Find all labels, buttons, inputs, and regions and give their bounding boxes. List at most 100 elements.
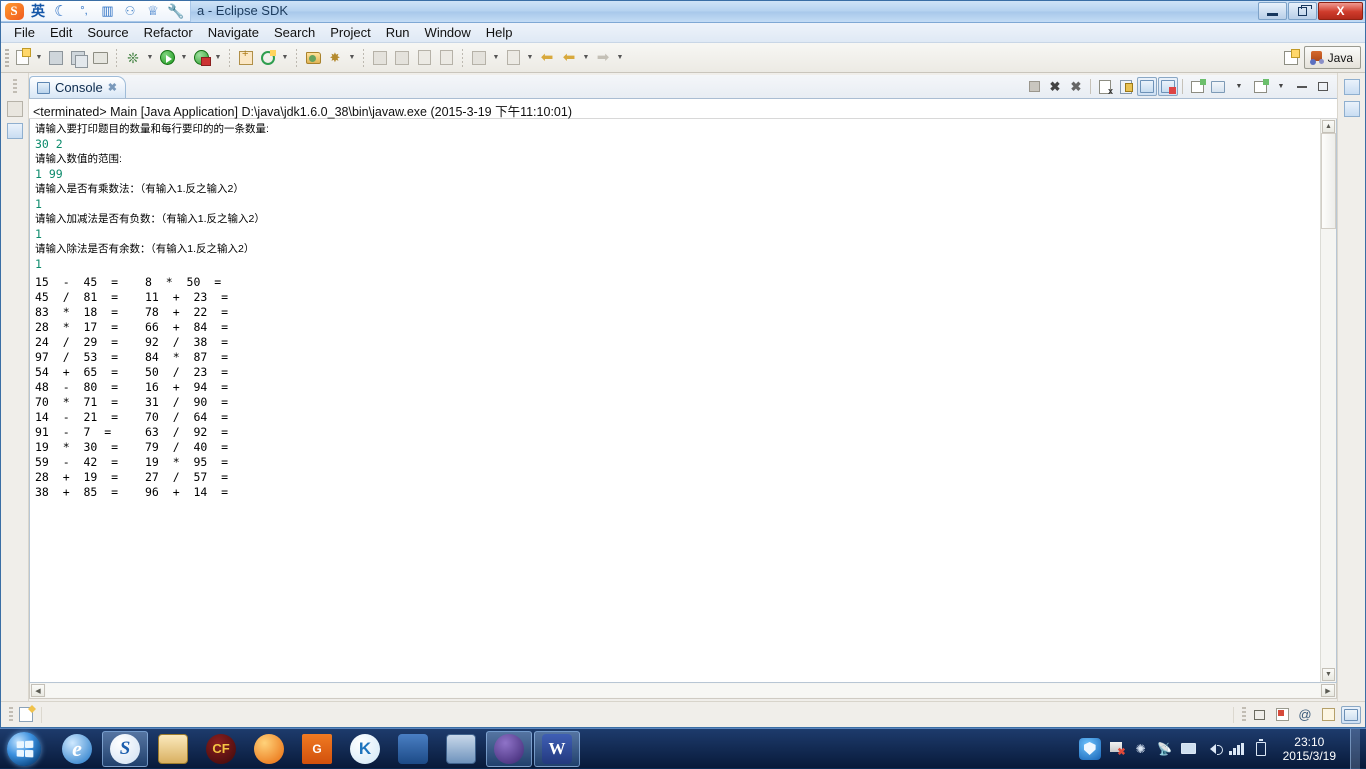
- console-output[interactable]: 请输入要打印题目的数量和每行要印的的一条数量:30 2请输入数值的范围:1 99…: [30, 119, 1320, 682]
- statusbar-progress-icon[interactable]: [19, 707, 33, 722]
- open-type-button[interactable]: [302, 47, 324, 69]
- taskbar-internet-explorer[interactable]: e: [54, 731, 100, 767]
- javadoc-trim-button[interactable]: @: [1295, 706, 1315, 724]
- vertical-scroll-track[interactable]: [1321, 133, 1336, 668]
- scroll-right-button[interactable]: ▶: [1321, 684, 1335, 697]
- ime-punctuation-icon[interactable]: °,: [74, 2, 94, 21]
- sogou-ime-toolbar[interactable]: S 英 ☾ °, ▥ ⚇ ♕ 🔧: [1, 1, 191, 22]
- ime-user-icon[interactable]: ⚇: [120, 2, 140, 21]
- toggle-block-selection-button[interactable]: [413, 47, 435, 69]
- menu-refactor[interactable]: Refactor: [137, 24, 200, 41]
- open-console-button[interactable]: [1208, 77, 1228, 96]
- tab-console[interactable]: Console ✖: [29, 76, 126, 98]
- show-whitespace-button[interactable]: [435, 47, 457, 69]
- taskbar-clock[interactable]: 23:10 2015/3/19: [1277, 735, 1342, 763]
- menu-run[interactable]: Run: [379, 24, 417, 41]
- start-button[interactable]: [0, 730, 48, 768]
- taskbar-file-manager[interactable]: [150, 731, 196, 767]
- back-button[interactable]: ⬅: [536, 47, 558, 69]
- scroll-lock-button[interactable]: [1116, 77, 1136, 96]
- previous-annotation-button[interactable]: [391, 47, 413, 69]
- tray-battery-icon[interactable]: [1253, 741, 1269, 757]
- taskbar-firefox[interactable]: [246, 731, 292, 767]
- menu-file[interactable]: File: [7, 24, 42, 41]
- external-tools-dropdown[interactable]: ▼: [212, 47, 224, 69]
- new-java-package-button[interactable]: [235, 47, 257, 69]
- open-task-button[interactable]: [502, 47, 524, 69]
- new-wizard-button[interactable]: [11, 47, 33, 69]
- scroll-up-button[interactable]: ▲: [1322, 120, 1335, 133]
- run-button[interactable]: [156, 47, 178, 69]
- horizontal-scroll-track[interactable]: [46, 684, 1320, 697]
- restore-trim-button[interactable]: [1249, 706, 1269, 724]
- view-menu-button[interactable]: [1250, 77, 1270, 96]
- toolbar-grip[interactable]: [5, 49, 9, 67]
- tray-security-shield-icon[interactable]: [1079, 738, 1101, 760]
- search-dropdown[interactable]: ▼: [346, 47, 358, 69]
- menu-source[interactable]: Source: [80, 24, 135, 41]
- tray-network-icon[interactable]: 📡: [1157, 741, 1173, 757]
- declaration-trim-button[interactable]: [1318, 706, 1338, 724]
- debug-button[interactable]: ❊: [122, 47, 144, 69]
- new-wizard-dropdown[interactable]: ▼: [33, 47, 45, 69]
- taskbar-wallpaper-tool[interactable]: [438, 731, 484, 767]
- menu-window[interactable]: Window: [418, 24, 478, 41]
- back-history-button[interactable]: ⬅: [558, 47, 580, 69]
- forward-button[interactable]: ➡: [592, 47, 614, 69]
- display-selected-console-button[interactable]: [1137, 77, 1157, 96]
- statusbar-grip[interactable]: [9, 707, 13, 723]
- pin-console-button[interactable]: [1158, 77, 1178, 96]
- taskbar-wps[interactable]: W: [534, 731, 580, 767]
- run-dropdown[interactable]: ▼: [178, 47, 190, 69]
- save-button[interactable]: [45, 47, 67, 69]
- taskbar-eclipse[interactable]: [486, 731, 532, 767]
- terminate-button[interactable]: [1024, 77, 1044, 96]
- maximize-view-button[interactable]: [1313, 77, 1333, 96]
- menu-search[interactable]: Search: [267, 24, 322, 41]
- external-tools-button[interactable]: [190, 47, 212, 69]
- taskbar-crossfire[interactable]: CF: [198, 731, 244, 767]
- open-perspective-button[interactable]: [1280, 47, 1302, 69]
- ime-keyboard-icon[interactable]: ▥: [97, 2, 117, 21]
- taskbar-sogou[interactable]: S: [102, 731, 148, 767]
- menu-navigate[interactable]: Navigate: [201, 24, 266, 41]
- taskbar-media-player[interactable]: [390, 731, 436, 767]
- tray-volume-icon[interactable]: [1205, 741, 1221, 757]
- problems-trim-button[interactable]: [1272, 706, 1292, 724]
- minimize-view-button[interactable]: [1292, 77, 1312, 96]
- statusbar-trim-grip[interactable]: [1242, 707, 1246, 723]
- tray-action-center-flag-icon[interactable]: ✖: [1109, 741, 1125, 757]
- perspective-java-button[interactable]: Java: [1304, 46, 1361, 69]
- minimize-button[interactable]: [1258, 2, 1287, 20]
- menu-project[interactable]: Project: [323, 24, 377, 41]
- left-trim-icon-1[interactable]: [7, 101, 23, 117]
- new-console-view-button[interactable]: [1187, 77, 1207, 96]
- ime-skin-icon[interactable]: ♕: [143, 2, 163, 21]
- console-vertical-scrollbar[interactable]: ▲ ▼: [1320, 119, 1336, 682]
- vertical-scroll-thumb[interactable]: [1321, 133, 1336, 229]
- open-console-dropdown[interactable]: ▼: [1229, 77, 1249, 96]
- right-trim-icon-2[interactable]: [1344, 101, 1360, 117]
- ime-moon-icon[interactable]: ☾: [51, 2, 71, 21]
- tray-bluetooth-icon[interactable]: ✺: [1133, 741, 1149, 757]
- scroll-left-button[interactable]: ◀: [31, 684, 45, 697]
- back-dropdown[interactable]: ▼: [580, 47, 592, 69]
- search-button[interactable]: ✸: [324, 47, 346, 69]
- open-task-dropdown[interactable]: ▼: [524, 47, 536, 69]
- taskbar-pdf-reader[interactable]: G: [294, 731, 340, 767]
- remove-all-terminated-button[interactable]: ✖: [1066, 77, 1086, 96]
- left-trim-icon-2[interactable]: [7, 123, 23, 139]
- right-trim-icon-1[interactable]: [1344, 79, 1360, 95]
- last-edit-dropdown[interactable]: ▼: [490, 47, 502, 69]
- ime-mode-chinese-icon[interactable]: 英: [28, 2, 48, 21]
- scroll-down-button[interactable]: ▼: [1322, 668, 1335, 681]
- restore-button[interactable]: [1288, 2, 1317, 20]
- next-annotation-button[interactable]: [369, 47, 391, 69]
- close-icon[interactable]: ✖: [108, 81, 117, 94]
- sogou-logo-icon[interactable]: S: [3, 2, 25, 21]
- menu-help[interactable]: Help: [479, 24, 520, 41]
- left-trim-grip[interactable]: [13, 79, 17, 95]
- close-button[interactable]: X: [1318, 2, 1363, 20]
- view-menu-dropdown[interactable]: ▼: [1271, 77, 1291, 96]
- menu-edit[interactable]: Edit: [43, 24, 79, 41]
